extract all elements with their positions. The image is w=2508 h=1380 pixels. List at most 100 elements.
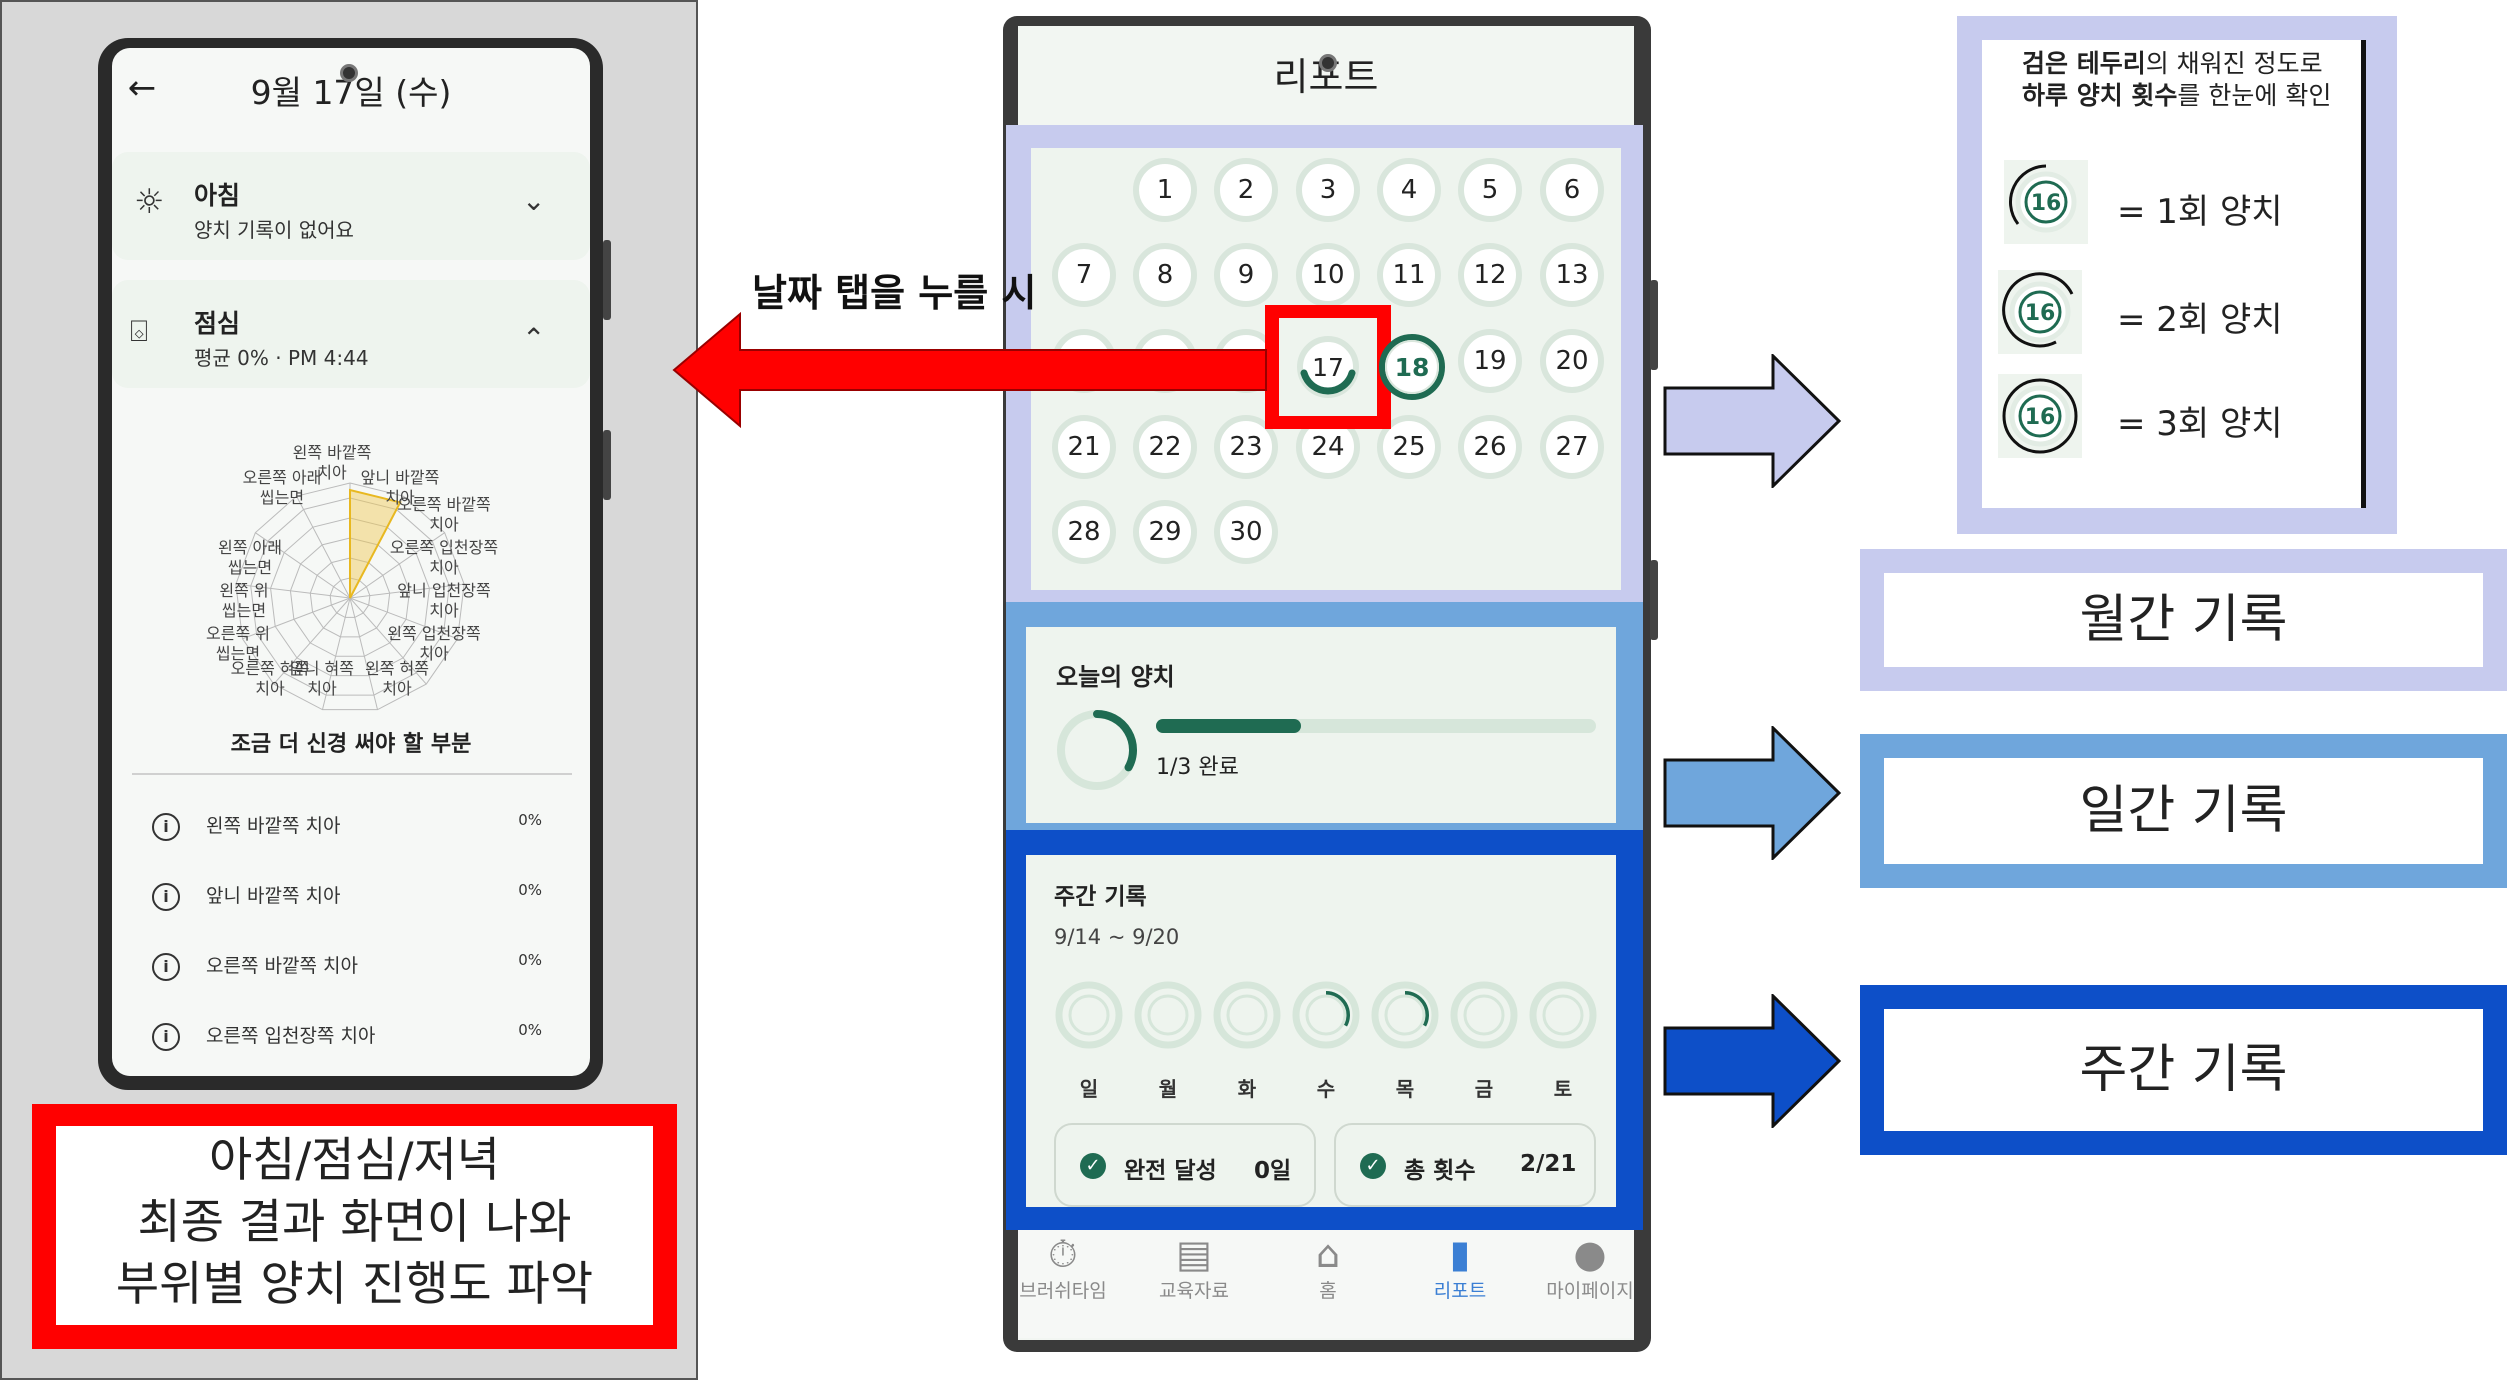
daily-progress-ring: [1057, 710, 1137, 790]
person-icon: ●: [1573, 1232, 1607, 1276]
weekly-range: 9/14 ~ 9/20: [1054, 925, 1180, 949]
pill-label: 총 횟수: [1404, 1158, 1476, 1184]
radar-label: 왼쪽 입천장쪽 치아: [387, 624, 481, 663]
daily-progress-track: [1156, 719, 1596, 733]
calendar-day[interactable]: 6: [1540, 158, 1604, 222]
tap-date-label: 날짜 탭을 누를 시: [752, 271, 1037, 315]
nav-label: 교육자료: [1159, 1280, 1229, 1302]
radar-label: 오른쪽 아래 씹는면: [242, 468, 322, 507]
caption-line: 최종 결과 화면이 나와: [137, 1195, 572, 1250]
chevron-down-icon[interactable]: ⌄: [522, 184, 545, 217]
calendar-day[interactable]: 3: [1296, 158, 1360, 222]
radar-label: 오른쪽 바깥쪽 치아: [397, 495, 491, 534]
nav-report[interactable]: ▮ 리포트: [1400, 1232, 1520, 1303]
item-value: 0%: [518, 881, 542, 899]
list-item[interactable]: i 앞니 바깥쪽 치아 0%: [152, 881, 572, 921]
legend-card: 검은 테두리의 채워진 정도로 하루 양치 횟수를 한눈에 확인 16 = 1회…: [1982, 40, 2366, 508]
weekly-day-ring: [1450, 981, 1518, 1049]
calendar-day[interactable]: 30: [1214, 500, 1278, 564]
day-17-label: 17: [1312, 353, 1344, 382]
lunch-card[interactable]: ⌺ 점심 평균 0% · PM 4:44 ⌃: [112, 280, 590, 388]
nav-brushtime[interactable]: ⏱ 브러쉬타임: [1003, 1232, 1123, 1303]
side-button: [603, 430, 611, 500]
nav-label: 리포트: [1433, 1280, 1487, 1302]
item-label: 오른쪽 바깥쪽 치아: [206, 955, 358, 977]
total-count-pill: ✓ 총 횟수 2/21: [1334, 1123, 1596, 1207]
calendar-day[interactable]: 12: [1458, 243, 1522, 307]
morning-subtitle: 양치 기록이 없어요: [194, 218, 354, 242]
calendar-day[interactable]: 10: [1296, 243, 1360, 307]
calendar-day[interactable]: 1: [1133, 158, 1197, 222]
calendar-day[interactable]: 7: [1052, 243, 1116, 307]
weekly-caption-box: 주간 기록: [1860, 985, 2507, 1155]
bar-chart-icon: ▮: [1449, 1232, 1471, 1276]
calendar-day[interactable]: 4: [1377, 158, 1441, 222]
legend-text-2: = 2회 양치: [2117, 300, 2283, 340]
weekly-title: 주간 기록: [1054, 884, 1147, 910]
legend-desc-line1: 검은 테두리의 채워진 정도로: [2022, 49, 2323, 78]
legend-ring-2: 16: [1998, 270, 2082, 354]
calendar-day[interactable]: 19: [1458, 329, 1522, 393]
list-item[interactable]: i 왼쪽 바깥쪽 치아 0%: [152, 811, 572, 851]
info-icon: i: [152, 952, 180, 981]
day-18-button[interactable]: 18: [1377, 332, 1447, 402]
daily-progress-fill: [1156, 719, 1302, 733]
lunch-subtitle: 평균 0% · PM 4:44: [194, 346, 369, 370]
nav-label: 브러쉬타임: [1019, 1280, 1107, 1302]
day-17-button[interactable]: 17: [1294, 333, 1362, 401]
nav-home[interactable]: ⌂ 홈: [1268, 1232, 1388, 1303]
calendar-day[interactable]: 5: [1458, 158, 1522, 222]
arrow-daily: [1663, 726, 1842, 860]
divider: [132, 773, 572, 775]
pill-value: 0일: [1254, 1158, 1292, 1184]
nav-label: 홈: [1319, 1280, 1337, 1302]
timer-icon: ⏱: [1048, 1232, 1078, 1276]
radar-label: 왼쪽 위 씹는면: [219, 581, 269, 620]
meal-icon: ⌺: [130, 314, 148, 349]
weekly-day-label: 수: [1316, 1077, 1336, 1101]
arrow-monthly: [1663, 354, 1842, 488]
calendar-day[interactable]: 8: [1133, 243, 1197, 307]
side-button: [1650, 280, 1658, 370]
morning-title: 아침: [194, 181, 241, 210]
calendar-day[interactable]: 29: [1133, 500, 1197, 564]
legend-desc-line2: 하루 양치 횟수를 한눈에 확인: [2022, 81, 2332, 110]
check-icon: ✓: [1360, 1153, 1386, 1179]
calendar-day[interactable]: 11: [1377, 243, 1441, 307]
calendar-day[interactable]: 27: [1540, 415, 1604, 479]
weekly-day-label: 목: [1395, 1077, 1415, 1101]
document-icon: ▤: [1176, 1232, 1212, 1276]
calendar-day[interactable]: 28: [1052, 500, 1116, 564]
focus-section-title: 조금 더 신경 써야 할 부분: [230, 732, 472, 757]
info-icon: i: [152, 882, 180, 911]
calendar-day[interactable]: 13: [1540, 243, 1604, 307]
calendar-day[interactable]: 9: [1214, 243, 1278, 307]
camera-icon: [1319, 54, 1337, 72]
pill-label: 완전 달성: [1124, 1158, 1217, 1184]
calendar-day[interactable]: 26: [1458, 415, 1522, 479]
nav-label: 마이페이지: [1546, 1280, 1634, 1302]
legend-text-1: = 1회 양치: [2117, 192, 2283, 232]
nav-education[interactable]: ▤ 교육자료: [1134, 1232, 1254, 1303]
legend-ring-1: 16: [2004, 160, 2088, 244]
weekly-day-label: 금: [1474, 1077, 1494, 1101]
radar-label: 오른쪽 혀쪽 치아: [230, 659, 310, 698]
info-icon: i: [152, 1022, 180, 1051]
caption-line: 아침/점심/저녁: [208, 1133, 501, 1188]
daily-card: 오늘의 양치 1/3 완료: [1026, 627, 1616, 823]
sun-icon: ☼: [134, 182, 165, 222]
nav-mypage[interactable]: ● 마이페이지: [1530, 1232, 1650, 1303]
left-caption-text: 아침/점심/저녁 최종 결과 화면이 나와 부위별 양치 진행도 파악: [56, 1126, 653, 1325]
radar-label: 오른쪽 위 씹는면: [206, 624, 270, 663]
calendar-day[interactable]: 2: [1214, 158, 1278, 222]
detail-screen: ← 9월 17일 (수) ☼ 아침 양치 기록이 없어요 ⌄ ⌺ 점심 평균 0…: [112, 48, 590, 1076]
chevron-up-icon[interactable]: ⌃: [522, 322, 545, 355]
day-18-label: 18: [1395, 353, 1430, 382]
weekly-day-ring: [1055, 981, 1123, 1049]
calendar-day[interactable]: 20: [1540, 329, 1604, 393]
list-item[interactable]: i 오른쪽 입천장쪽 치아 0%: [152, 1021, 572, 1061]
lunch-title: 점심: [194, 309, 241, 338]
list-item[interactable]: i 오른쪽 바깥쪽 치아 0%: [152, 951, 572, 991]
morning-card[interactable]: ☼ 아침 양치 기록이 없어요 ⌄: [112, 152, 590, 260]
pill-value: 2/21: [1520, 1151, 1577, 1177]
